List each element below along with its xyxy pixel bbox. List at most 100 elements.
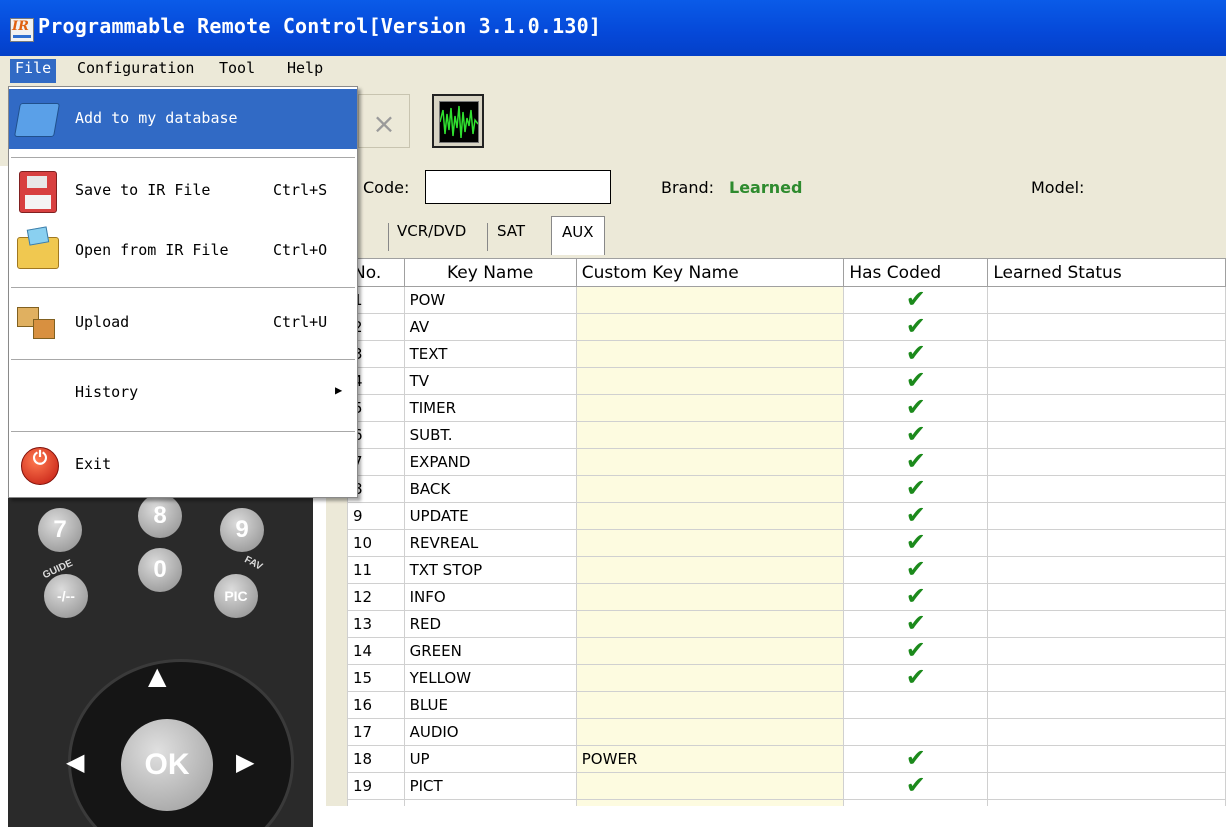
- cell-has-coded: ✔: [843, 583, 989, 611]
- checkmark-icon: ✔: [905, 664, 926, 691]
- table-row[interactable]: 3TEXT✔: [347, 340, 1226, 368]
- menu-item-save-ir-file[interactable]: Save to IR File Ctrl+S: [9, 161, 357, 221]
- cell-custom-key-name[interactable]: [575, 718, 845, 746]
- code-label: Code:: [363, 178, 410, 197]
- fav-label: FAV: [242, 554, 265, 573]
- checkmark-icon: ✔: [905, 502, 926, 529]
- table-row[interactable]: 17 AUDIO: [347, 718, 1226, 746]
- table-row[interactable]: 5TIMER✔: [347, 394, 1226, 422]
- cell-key-name: PICT: [403, 772, 577, 800]
- cell-learned-status: [987, 502, 1226, 530]
- tab-aux[interactable]: AUX: [551, 216, 605, 255]
- cell-learned-status: [987, 637, 1226, 665]
- table-row[interactable]: 9 UPDATE ✔: [347, 502, 1226, 530]
- table-row[interactable]: 6SUBT.✔: [347, 421, 1226, 449]
- cell-has-coded: ✔: [843, 340, 989, 368]
- table-row[interactable]: 4TV✔: [347, 367, 1226, 395]
- cell-has-coded: ✔: [843, 772, 989, 800]
- cell-custom-key-name[interactable]: [575, 772, 845, 800]
- tab-vcr-dvd[interactable]: VCR/DVD: [397, 222, 466, 252]
- table-row[interactable]: 11 TXT STOP ✔: [347, 556, 1226, 584]
- cell-custom-key-name[interactable]: [575, 691, 845, 719]
- table-row[interactable]: 15 YELLOW ✔: [347, 664, 1226, 692]
- model-label: Model:: [1031, 178, 1085, 197]
- checkmark-icon: ✔: [905, 421, 926, 448]
- menu-item-upload[interactable]: Upload Ctrl+U: [9, 293, 357, 353]
- menu-file[interactable]: File: [10, 59, 57, 83]
- cell-learned-status: [987, 691, 1226, 719]
- app-logo-icon: IR: [10, 18, 34, 42]
- table-row[interactable]: 13 RED ✔: [347, 610, 1226, 638]
- cell-no: 16: [347, 691, 405, 719]
- menu-item-exit[interactable]: ⏻ Exit: [9, 435, 357, 495]
- menu-item-label: Save to IR File: [75, 181, 211, 199]
- cell-custom-key-name[interactable]: [575, 286, 845, 314]
- menu-tool[interactable]: Tool: [214, 59, 260, 83]
- cell-custom-key-name[interactable]: [575, 448, 845, 476]
- submenu-arrow-icon: ▶: [335, 383, 343, 397]
- cell-custom-key-name[interactable]: [575, 475, 845, 503]
- table-row[interactable]: 19 PICT ✔: [347, 772, 1226, 800]
- code-input[interactable]: [425, 170, 611, 204]
- floppy-save-icon: [15, 169, 59, 213]
- menu-help[interactable]: Help: [282, 59, 328, 83]
- table-row[interactable]: 18 UP POWER ✔: [347, 745, 1226, 773]
- cell-has-coded: ✔: [843, 286, 989, 314]
- col-header-learned-status[interactable]: Learned Status: [987, 258, 1226, 287]
- cell-custom-key-name[interactable]: [575, 421, 845, 449]
- remote-button-dash: -/--: [44, 574, 88, 618]
- cell-custom-key-name[interactable]: POWER: [575, 745, 845, 773]
- cell-key-name: GREEN: [403, 637, 577, 665]
- table-row[interactable]: 10 REVREAL ✔: [347, 529, 1226, 557]
- cell-custom-key-name[interactable]: [575, 340, 845, 368]
- cell-custom-key-name[interactable]: [575, 637, 845, 665]
- col-header-key-name[interactable]: Key Name: [403, 258, 577, 287]
- menu-item-add-to-database[interactable]: Add to my database: [9, 89, 357, 149]
- cell-has-coded: [843, 691, 989, 719]
- col-header-custom-key-name[interactable]: Custom Key Name: [575, 258, 845, 287]
- cell-custom-key-name[interactable]: [575, 529, 845, 557]
- cell-no: 20: [347, 799, 405, 806]
- cell-custom-key-name[interactable]: [575, 610, 845, 638]
- cell-custom-key-name[interactable]: [575, 556, 845, 584]
- menu-item-shortcut: Ctrl+U: [273, 313, 328, 331]
- col-header-has-coded[interactable]: Has Coded: [843, 258, 989, 287]
- cell-custom-key-name[interactable]: [575, 394, 845, 422]
- cell-custom-key-name[interactable]: [575, 583, 845, 611]
- remote-button-9: 9: [220, 508, 264, 552]
- cell-key-name: TV: [403, 367, 577, 395]
- cell-learned-status: [987, 313, 1226, 341]
- table-row[interactable]: 2AV✔: [347, 313, 1226, 341]
- cell-custom-key-name[interactable]: [575, 502, 845, 530]
- table-row[interactable]: 7EXPAND✔: [347, 448, 1226, 476]
- table-row[interactable]: 16 BLUE: [347, 691, 1226, 719]
- table-row[interactable]: 1POW✔: [347, 286, 1226, 314]
- cell-custom-key-name[interactable]: [575, 664, 845, 692]
- delete-button[interactable]: ×: [358, 94, 410, 148]
- table-row[interactable]: 20LEFT: [347, 799, 1226, 806]
- tab-sat[interactable]: SAT: [497, 222, 525, 252]
- menu-item-open-ir-file[interactable]: Open from IR File Ctrl+O: [9, 221, 357, 281]
- cell-custom-key-name[interactable]: [575, 799, 845, 806]
- table-row[interactable]: 12 INFO ✔: [347, 583, 1226, 611]
- cell-learned-status: [987, 367, 1226, 395]
- cell-key-name: POW: [403, 286, 577, 314]
- cell-key-name: REVREAL: [403, 529, 577, 557]
- checkmark-icon: ✔: [905, 772, 926, 799]
- table-row[interactable]: 8BACK✔: [347, 475, 1226, 503]
- cell-has-coded: ✔: [843, 421, 989, 449]
- cell-has-coded: [843, 718, 989, 746]
- checkmark-icon: ✔: [905, 313, 926, 340]
- key-table: No. Key Name Custom Key Name Has Coded L…: [347, 258, 1226, 806]
- menu-configuration[interactable]: Configuration: [72, 59, 199, 83]
- cell-key-name: AV: [403, 313, 577, 341]
- cell-custom-key-name[interactable]: [575, 313, 845, 341]
- table-header-row: No. Key Name Custom Key Name Has Coded L…: [347, 258, 1226, 287]
- cell-custom-key-name[interactable]: [575, 367, 845, 395]
- cell-learned-status: [987, 286, 1226, 314]
- checkmark-icon: ✔: [905, 583, 926, 610]
- cell-key-name: TIMER: [403, 394, 577, 422]
- ir-signal-button[interactable]: [432, 94, 484, 148]
- table-row[interactable]: 14 GREEN ✔: [347, 637, 1226, 665]
- menu-item-history[interactable]: History ▶: [9, 363, 357, 423]
